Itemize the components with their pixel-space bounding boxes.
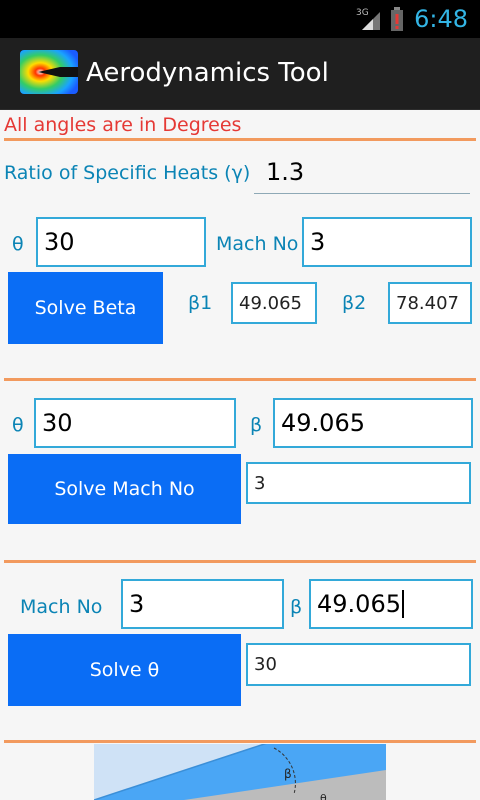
beta-label: β: [250, 414, 263, 436]
beta-label: β: [290, 596, 303, 618]
text-cursor: [401, 590, 404, 618]
theta-input[interactable]: 30: [36, 217, 206, 267]
solve-theta-button[interactable]: Solve θ: [8, 634, 241, 706]
gamma-label: Ratio of Specific Heats (γ): [4, 162, 251, 184]
mach-input[interactable]: 3: [302, 217, 472, 267]
status-time: 6:48: [414, 5, 468, 33]
status-bar: 3G 6:48: [0, 0, 480, 38]
diagram-beta-label: β: [284, 767, 292, 781]
action-bar: Aerodynamics Tool: [0, 38, 480, 110]
svg-text:3G: 3G: [356, 8, 369, 18]
beta2-output[interactable]: 78.407: [388, 282, 472, 324]
app-title: Aerodynamics Tool: [86, 58, 329, 88]
mach-label: Mach No: [216, 233, 299, 255]
solve-mach-button[interactable]: Solve Mach No: [8, 454, 241, 524]
angles-note: All angles are in Degrees: [4, 114, 242, 136]
beta-input[interactable]: 49.065: [273, 398, 473, 448]
divider: [4, 138, 476, 141]
divider: [4, 740, 476, 743]
diagram-theta-label: θ: [320, 792, 327, 800]
theta-output[interactable]: 30: [246, 643, 471, 686]
gamma-input[interactable]: 1.3: [254, 150, 470, 194]
theta-input[interactable]: 30: [34, 398, 236, 448]
app-logo-icon: [20, 50, 78, 94]
beta-input-value: 49.065: [317, 590, 401, 618]
theta-label: θ: [12, 233, 24, 255]
beta1-label: β1: [188, 292, 213, 314]
beta1-output[interactable]: 49.065: [231, 282, 317, 324]
beta-input[interactable]: 49.065: [309, 579, 473, 629]
mach-label: Mach No: [20, 596, 103, 618]
solve-beta-button[interactable]: Solve Beta: [8, 272, 163, 344]
theta-label: θ: [12, 414, 24, 436]
shock-diagram: β θ: [94, 744, 386, 800]
divider: [4, 560, 476, 563]
status-icons: 3G 6:48: [356, 4, 468, 34]
divider: [4, 378, 476, 381]
mach-output[interactable]: 3: [246, 462, 471, 504]
battery-alert-icon: [391, 7, 404, 31]
signal-3g-icon: 3G: [356, 8, 381, 30]
mach-input[interactable]: 3: [121, 579, 284, 629]
beta2-label: β2: [342, 292, 367, 314]
